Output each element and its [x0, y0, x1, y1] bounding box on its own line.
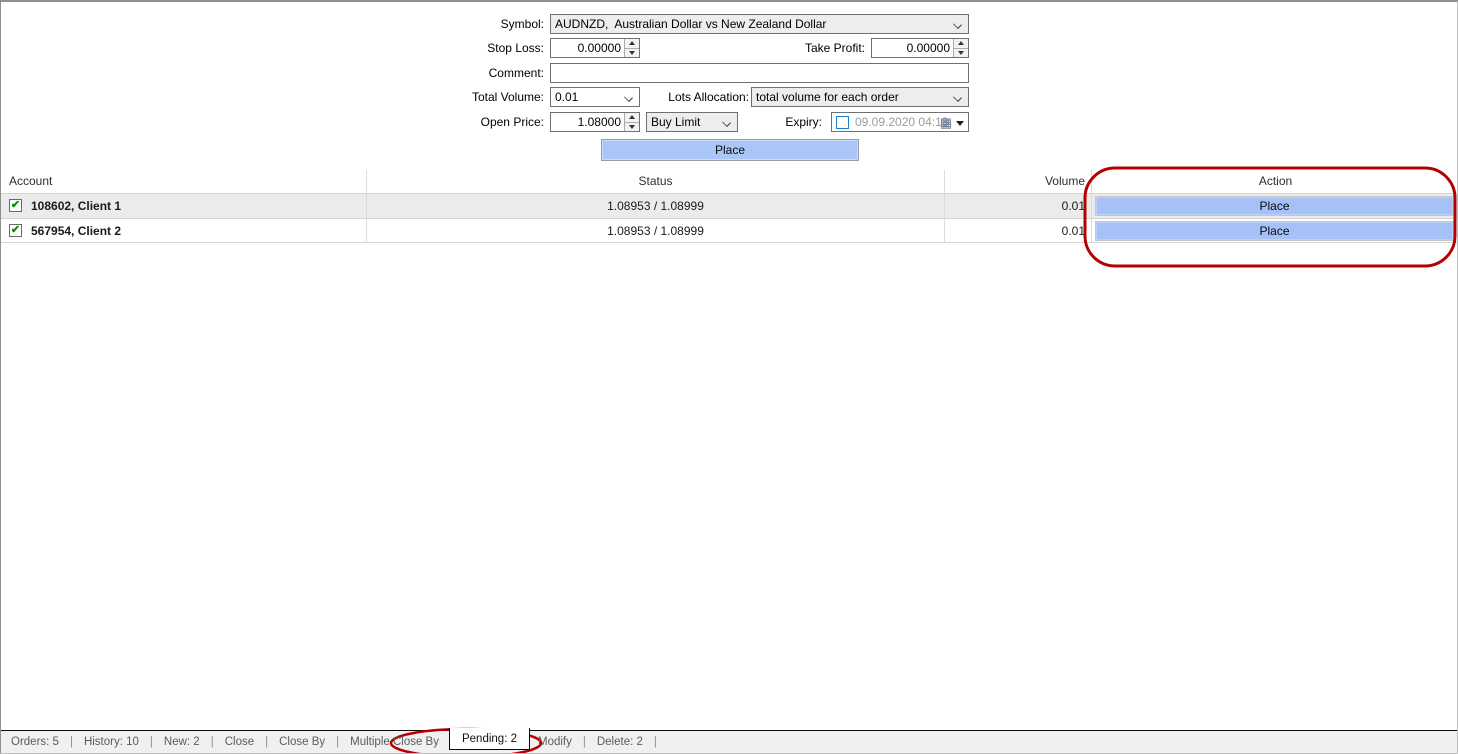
tab-divider: |	[65, 731, 78, 753]
column-header-account[interactable]: Account	[1, 170, 366, 193]
lots-allocation-value: total volume for each order	[756, 88, 950, 106]
action-cell: Place	[1091, 219, 1458, 242]
lots-allocation-combo[interactable]: total volume for each order	[751, 87, 969, 107]
tab-close[interactable]: Close	[219, 731, 260, 753]
chevron-down-icon	[722, 118, 731, 127]
table-header-row: Account Status Volume Action	[1, 170, 1458, 193]
tab-close-by[interactable]: Close By	[273, 731, 331, 753]
tab-divider: |	[331, 731, 344, 753]
comment-input[interactable]	[550, 63, 969, 83]
volume-cell: 0.01	[944, 194, 1091, 218]
symbol-label: Symbol:	[501, 14, 544, 34]
tab-divider: |	[578, 731, 591, 753]
status-cell: 1.08953 / 1.08999	[366, 219, 944, 242]
account-cell: ✔ 567954, Client 2	[1, 219, 366, 242]
open-price-label: Open Price:	[481, 112, 544, 132]
column-header-volume[interactable]: Volume	[944, 170, 1091, 193]
stop-loss-label: Stop Loss:	[487, 38, 544, 58]
order-type-value: Buy Limit	[651, 113, 719, 131]
take-profit-input[interactable]: 0.00000	[871, 38, 969, 58]
spin-down-icon[interactable]	[625, 123, 639, 132]
status-cell: 1.08953 / 1.08999	[366, 194, 944, 218]
place-row-button[interactable]: Place	[1095, 196, 1454, 216]
open-price-input[interactable]: 1.08000	[550, 112, 640, 132]
table-row[interactable]: ✔ 108602, Client 1 1.08953 / 1.08999 0.01…	[1, 193, 1458, 218]
column-header-action[interactable]: Action	[1091, 170, 1458, 193]
accounts-table: Account Status Volume Action ✔ 108602, Cl…	[1, 170, 1458, 243]
tab-divider: |	[260, 731, 273, 753]
expiry-value: 09.09.2020 04:13	[855, 113, 948, 131]
tab-history[interactable]: History: 10	[78, 731, 145, 753]
multi-account-order-window: Symbol: AUDNZD, Australian Dollar vs New…	[0, 0, 1458, 754]
open-price-value: 1.08000	[555, 113, 621, 131]
account-name: 567954, Client 2	[31, 224, 121, 238]
chevron-down-icon	[624, 93, 633, 102]
place-button[interactable]: Place	[601, 139, 859, 161]
action-cell: Place	[1091, 194, 1458, 218]
checkbox-checked-icon[interactable]: ✔	[9, 224, 22, 237]
comment-label: Comment:	[489, 63, 544, 83]
dropdown-arrow-icon[interactable]	[956, 121, 964, 126]
take-profit-label: Take Profit:	[805, 38, 865, 58]
tab-pending[interactable]: Pending: 2	[449, 728, 530, 750]
place-row-button[interactable]: Place	[1095, 221, 1454, 241]
stop-loss-input[interactable]: 0.00000	[550, 38, 640, 58]
tab-new[interactable]: New: 2	[158, 731, 206, 753]
checkbox-checked-icon[interactable]: ✔	[9, 199, 22, 212]
tab-divider: |	[649, 731, 662, 753]
lots-allocation-label: Lots Allocation:	[668, 87, 749, 107]
chevron-down-icon	[953, 93, 962, 102]
take-profit-value: 0.00000	[876, 39, 950, 57]
total-volume-value: 0.01	[555, 88, 621, 106]
tab-modify[interactable]: Modify	[532, 731, 578, 753]
spin-down-icon[interactable]	[625, 49, 639, 58]
tab-divider: |	[206, 731, 219, 753]
total-volume-combo[interactable]: 0.01	[550, 87, 640, 107]
total-volume-label: Total Volume:	[472, 87, 544, 107]
spin-up-icon[interactable]	[625, 39, 639, 49]
symbol-select[interactable]: AUDNZD, Australian Dollar vs New Zealand…	[550, 14, 969, 34]
volume-cell: 0.01	[944, 219, 1091, 242]
spin-up-icon[interactable]	[954, 39, 968, 49]
symbol-value: AUDNZD, Australian Dollar vs New Zealand…	[555, 15, 950, 33]
expiry-field[interactable]: 09.09.2020 04:13 ▦	[831, 112, 969, 132]
order-type-combo[interactable]: Buy Limit	[646, 112, 738, 132]
table-row[interactable]: ✔ 567954, Client 2 1.08953 / 1.08999 0.01…	[1, 218, 1458, 243]
stop-loss-value: 0.00000	[555, 39, 621, 57]
tab-divider: |	[145, 731, 158, 753]
tab-orders[interactable]: Orders: 5	[5, 731, 65, 753]
tab-delete[interactable]: Delete: 2	[591, 731, 649, 753]
account-cell: ✔ 108602, Client 1	[1, 194, 366, 218]
spin-down-icon[interactable]	[954, 49, 968, 58]
open-price-spinner[interactable]	[624, 113, 639, 131]
stop-loss-spinner[interactable]	[624, 39, 639, 57]
spin-up-icon[interactable]	[625, 113, 639, 123]
take-profit-spinner[interactable]	[953, 39, 968, 57]
account-name: 108602, Client 1	[31, 199, 121, 213]
column-header-status[interactable]: Status	[366, 170, 944, 193]
tab-multiple-close-by[interactable]: Multiple Close By	[344, 731, 445, 753]
chevron-down-icon	[953, 20, 962, 29]
calendar-icon[interactable]: ▦	[940, 114, 952, 131]
bottom-tab-bar: Orders: 5 | History: 10 | New: 2 | Close…	[1, 730, 1457, 753]
expiry-checkbox[interactable]	[836, 116, 849, 129]
expiry-label: Expiry:	[785, 112, 822, 132]
